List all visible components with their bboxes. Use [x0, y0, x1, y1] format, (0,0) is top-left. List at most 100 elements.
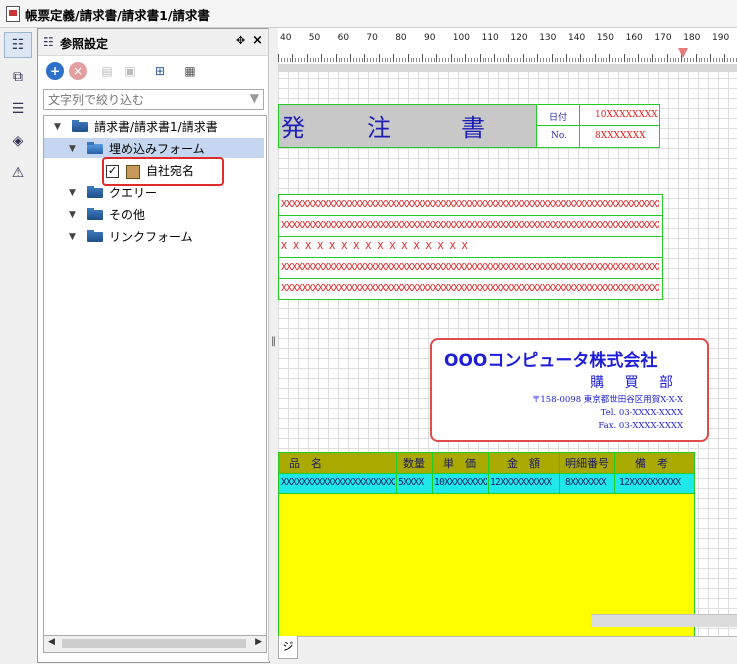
design-canvas[interactable]: 40 50 60 70 80 90 100 110 120 130 140 150 160 170 180 1…: [278, 28, 737, 636]
ruler-tick: [479, 54, 481, 62]
recipient-address-box[interactable]: XXXXXXXXXXXXXXXXXXXXXXXXXXXXXXXXXXXXXXXX…: [278, 194, 663, 300]
ruler-tick: [707, 58, 709, 62]
scroll-left-icon[interactable]: ◀: [48, 637, 55, 647]
ruler-tick: [689, 58, 691, 62]
expand-arrow-icon[interactable]: ▼: [69, 205, 76, 225]
ruler-tick: [692, 58, 694, 62]
cell-item: XXXXXXXXXXXXXXXXXXXXXXXXX: [281, 477, 395, 488]
ruler-tick: [491, 58, 493, 62]
ruler-tick: [733, 58, 734, 62]
ruler-tick: [447, 58, 449, 62]
report-title-box[interactable]: 発 注 書: [278, 104, 538, 148]
ruler-tick: [669, 58, 671, 62]
tree-node-company-address[interactable]: ✓ 自社宛名: [44, 161, 264, 181]
folder-icon: [87, 186, 103, 198]
checkbox[interactable]: ✓: [106, 165, 119, 178]
properties-icon[interactable]: ▦: [181, 62, 199, 80]
tree-icon: ☷: [43, 35, 54, 49]
panel-header: ☷ 参照設定 ✥ ×: [38, 29, 269, 56]
ruler-tick: [335, 54, 337, 62]
divider: [579, 105, 580, 147]
ruler-label: 130: [539, 33, 557, 43]
ruler-label: 170: [654, 33, 672, 43]
page-tab[interactable]: ジ: [278, 636, 298, 659]
divider: [396, 453, 397, 474]
expand-arrow-icon[interactable]: ▼: [69, 139, 76, 159]
folder-icon: [87, 208, 103, 220]
copy-format-icon[interactable]: ⧉: [4, 64, 32, 90]
ruler-tick: [548, 58, 550, 62]
ruler-tick: [370, 58, 372, 62]
tree-node-query[interactable]: ▼ クエリー: [44, 183, 264, 203]
tree-node-other[interactable]: ▼ その他: [44, 205, 264, 225]
divider: [279, 215, 662, 216]
ruler-tick: [459, 58, 461, 62]
ruler-tick: [295, 58, 297, 62]
ruler-tick: [399, 58, 400, 62]
filter-icon[interactable]: ▼: [250, 91, 259, 105]
ruler-label: 80: [395, 33, 407, 43]
ruler-tick: [482, 58, 484, 62]
company-address-form[interactable]: OOOコンピュータ株式会社 購 買 部 〒158-0098 東京都世田谷区用賀X…: [430, 338, 709, 442]
delete-icon[interactable]: ×: [69, 62, 87, 80]
divider: [432, 474, 433, 494]
no-value: 8XXXXXXX: [595, 131, 646, 141]
ruler-tick: [612, 58, 614, 62]
expand-arrow-icon[interactable]: ▼: [69, 227, 76, 247]
divider: [614, 474, 615, 494]
splitter-grip-icon[interactable]: ‖: [271, 336, 276, 347]
ruler-marker-icon[interactable]: [678, 48, 688, 58]
warning-icon[interactable]: ⚠: [4, 160, 32, 186]
close-icon[interactable]: ×: [252, 33, 263, 48]
ruler-label: 160: [625, 33, 643, 43]
tree-node-link-form[interactable]: ▼ リンクフォーム: [44, 227, 264, 247]
divider: [537, 125, 659, 126]
tree-node-embedded-form[interactable]: ▼ 埋め込みフォーム: [44, 139, 264, 159]
ruler-tick: [496, 58, 498, 62]
filter-input[interactable]: [46, 91, 240, 109]
layers-icon[interactable]: ◈: [4, 128, 32, 154]
ruler-tick: [289, 58, 291, 62]
panel-splitter[interactable]: ‖: [268, 28, 278, 661]
ruler-tick: [502, 58, 504, 62]
ruler-tick: [615, 58, 616, 62]
ruler-tick: [727, 58, 729, 62]
paste-icon[interactable]: ▣: [121, 62, 139, 80]
table-row[interactable]: XXXXXXXXXXXXXXXXXXXXXXXXX 5XXXX 10XXXXXX…: [278, 473, 695, 495]
filter-input-box[interactable]: ▼: [43, 89, 264, 110]
expand-arrow-icon[interactable]: ▼: [54, 117, 61, 137]
ruler-tick: [381, 58, 383, 62]
company-name: OOOコンピュータ株式会社: [444, 351, 658, 371]
add-icon[interactable]: +: [46, 62, 64, 80]
cell-detail-no: 8XXXXXXX: [565, 477, 607, 488]
scroll-thumb[interactable]: [62, 639, 246, 648]
ruler-tick: [687, 58, 688, 62]
ruler-tick: [589, 58, 590, 62]
date-number-box[interactable]: 日付 10XXXXXXXX No. 8XXXXXXX: [536, 104, 660, 148]
horizontal-scrollbar[interactable]: ◀ ▶: [43, 635, 267, 653]
cell-amount: 12XXXXXXXXXX: [490, 477, 552, 488]
pin-icon[interactable]: ✥: [236, 34, 245, 47]
expand-arrow-icon[interactable]: ▼: [69, 183, 76, 203]
tree-node-label: 埋め込みフォーム: [109, 142, 205, 156]
ruler-tick: [344, 58, 346, 62]
date-value: 10XXXXXXXX: [595, 110, 658, 120]
tree-view-icon[interactable]: ☷: [4, 32, 32, 58]
ruler-tick: [514, 58, 516, 62]
column-header-unit-price: 単 価: [443, 457, 476, 470]
find-icon[interactable]: ⊞: [151, 62, 169, 80]
divider: [279, 278, 662, 279]
ruler-tick: [678, 58, 680, 62]
table-header[interactable]: 品 名 数量 単 価 金 額 明細番号 備 考: [278, 452, 695, 475]
ruler-tick: [419, 58, 421, 62]
canvas-scrollbar[interactable]: [591, 614, 737, 627]
ruler-tick: [597, 58, 599, 62]
scroll-right-icon[interactable]: ▶: [255, 637, 262, 647]
ruler-tick: [298, 58, 300, 62]
address-line: XXXXXXXXXXXXXXXXXXXXXXXXXXXXXXXXXXXXXXXX…: [281, 220, 659, 231]
property-list-icon[interactable]: ☰: [4, 96, 32, 122]
copy-icon[interactable]: ▤: [98, 62, 116, 80]
tree-node-root[interactable]: ▼ 請求書/請求書1/請求書: [44, 117, 264, 137]
ruler-tick: [603, 58, 605, 62]
ruler-tick: [551, 54, 553, 62]
